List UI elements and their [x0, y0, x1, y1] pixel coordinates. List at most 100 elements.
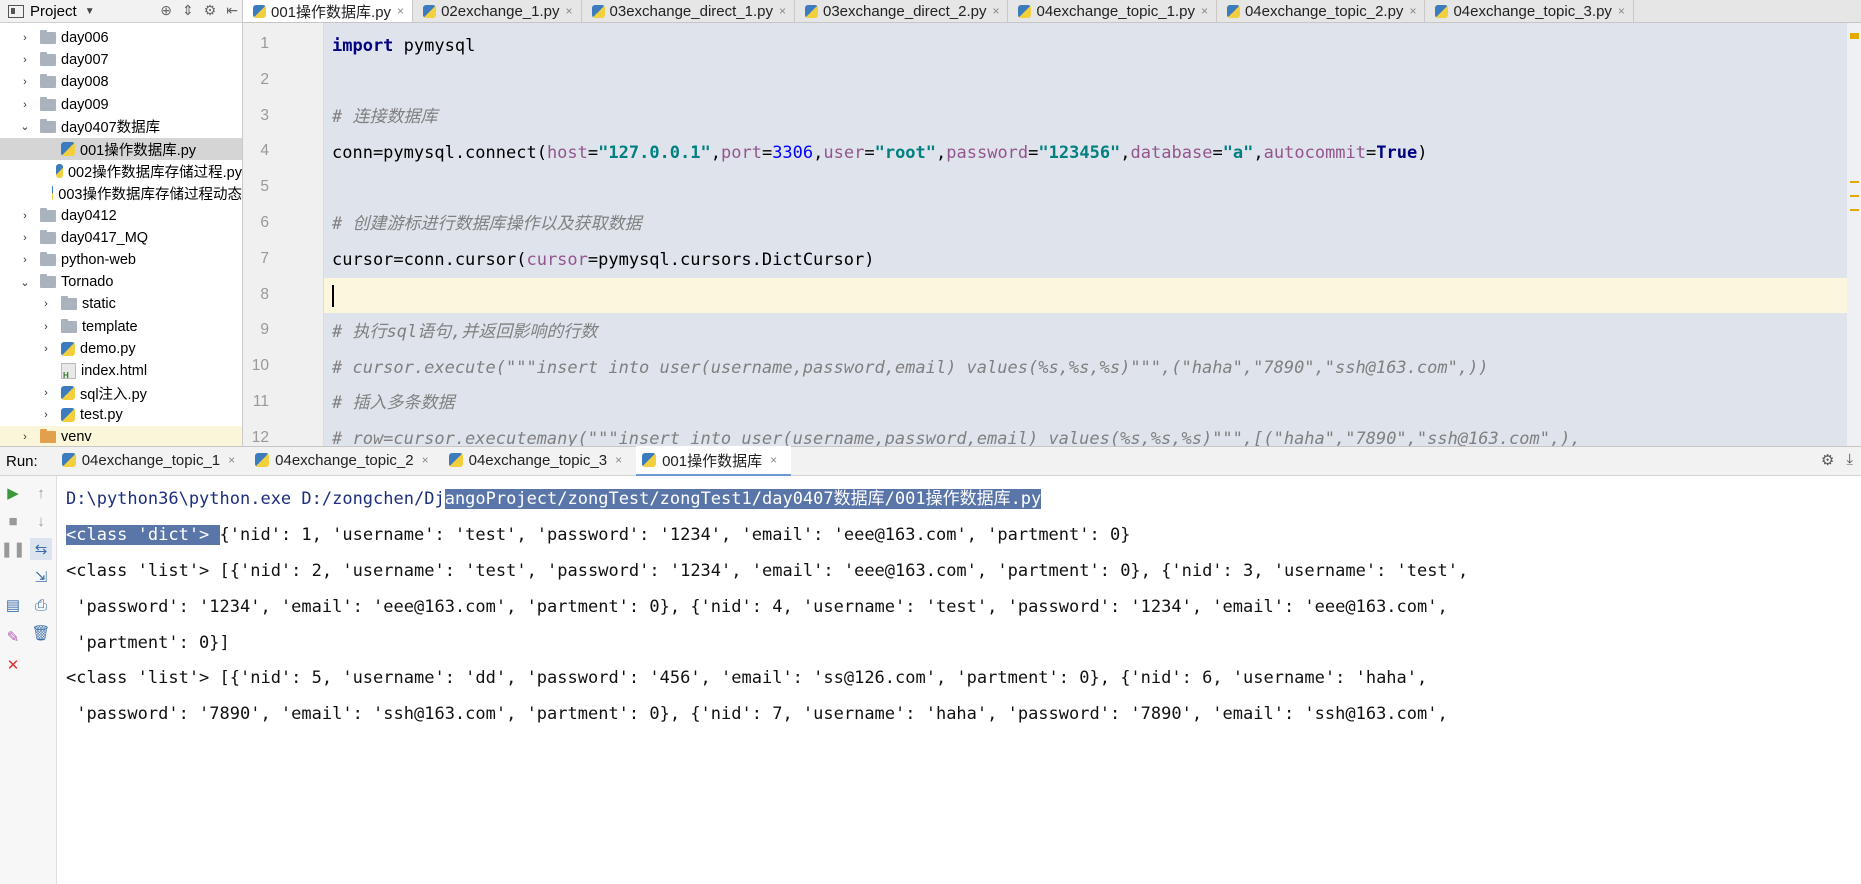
run-tab[interactable]: 04exchange_topic_2 × — [249, 446, 442, 474]
chevron-right-icon[interactable]: › — [41, 321, 51, 333]
chevron-right-icon[interactable]: › — [41, 298, 51, 310]
close-icon[interactable]: × — [422, 453, 429, 467]
error-stripe[interactable] — [1847, 23, 1861, 446]
tree-item[interactable]: › template — [0, 315, 242, 337]
warning-marker[interactable] — [1850, 33, 1859, 39]
python-file-icon — [255, 453, 270, 467]
chevron-right-icon[interactable]: › — [20, 32, 30, 44]
gear-icon[interactable]: ⚙ — [204, 2, 217, 19]
close-icon[interactable]: × — [1618, 4, 1625, 18]
tree-item[interactable]: › demo.py — [0, 338, 242, 360]
run-tab[interactable]: 001操作数据库 × — [636, 446, 792, 476]
run-tab[interactable]: 04exchange_topic_3 × — [443, 446, 636, 474]
project-title[interactable]: Project — [30, 3, 77, 20]
pause-icon[interactable]: ❚❚ — [0, 538, 25, 560]
arrow-up-icon[interactable]: ↑ — [30, 482, 52, 504]
editor-tab[interactable]: 02exchange_1.py × — [413, 0, 582, 22]
tree-item[interactable]: › test.py — [0, 404, 242, 426]
close-icon[interactable]: × — [397, 4, 404, 18]
tree-item[interactable]: › day008 — [0, 71, 242, 93]
trash-icon[interactable]: 🗑 — [30, 622, 52, 644]
hide-icon[interactable]: ⤓ — [1846, 451, 1853, 469]
tree-item-label: test.py — [80, 407, 123, 424]
soft-wrap-icon[interactable]: ⇆ — [30, 538, 52, 560]
editor-tab[interactable]: 04exchange_topic_1.py × — [1008, 0, 1217, 22]
tree-item[interactable]: 003操作数据库存储过程动态 — [0, 182, 242, 204]
chevron-down-icon[interactable]: ⌄ — [20, 120, 30, 133]
tree-item[interactable]: › day0417_MQ — [0, 227, 242, 249]
editor-tab-label: 03exchange_direct_1.py — [609, 2, 773, 20]
chevron-right-icon[interactable]: › — [20, 99, 30, 111]
tree-item[interactable]: 001操作数据库.py — [0, 137, 242, 161]
line-number: 8 — [260, 285, 269, 303]
close-icon[interactable]: × — [1409, 4, 1416, 18]
code-area[interactable]: import pymysql # 连接数据库 conn=pymysql.conn… — [324, 23, 1861, 446]
line-number: 7 — [260, 249, 269, 267]
close-icon[interactable]: × — [779, 4, 786, 18]
tree-item-label: index.html — [81, 362, 148, 379]
tree-item[interactable]: › sql注入.py — [0, 382, 242, 404]
locate-icon[interactable]: ⊕ — [160, 2, 172, 19]
tree-item[interactable]: › python-web — [0, 249, 242, 271]
chevron-right-icon[interactable]: › — [20, 254, 30, 266]
chevron-right-icon[interactable]: › — [41, 343, 51, 355]
run-tab[interactable]: 04exchange_topic_1 × — [56, 446, 249, 474]
tree-item[interactable]: 002操作数据库存储过程.py — [0, 160, 242, 182]
collapse-icon[interactable]: ⇕ — [182, 2, 194, 19]
run-icon[interactable]: ▶ — [2, 482, 24, 504]
python-file-icon — [448, 453, 463, 467]
layout-icon[interactable]: ▤ — [2, 594, 24, 616]
close-icon[interactable]: × — [1201, 4, 1208, 18]
console-line: <class 'dict'> {'nid': 1, 'username': 't… — [66, 525, 1131, 545]
print-icon[interactable]: ⎙ — [30, 594, 52, 616]
close-icon[interactable]: × — [770, 453, 777, 467]
folder-icon — [40, 274, 56, 289]
editor-tab[interactable]: 04exchange_topic_3.py × — [1425, 0, 1634, 22]
python-file-icon — [253, 4, 266, 18]
editor-tab[interactable]: 03exchange_direct_1.py × — [582, 0, 795, 22]
chevron-down-icon[interactable]: ▼ — [85, 6, 95, 17]
scroll-to-end-icon[interactable]: ⇲ — [30, 566, 52, 588]
chevron-right-icon[interactable]: › — [41, 387, 51, 399]
hide-icon[interactable]: ⇤ — [226, 2, 238, 19]
chevron-right-icon[interactable]: › — [20, 232, 30, 244]
chevron-right-icon[interactable]: › — [20, 210, 30, 222]
chevron-right-icon[interactable]: › — [20, 54, 30, 66]
console-output[interactable]: D:\python36\python.exe D:/zongchen/Djang… — [66, 476, 1861, 884]
editor-tab[interactable]: 03exchange_direct_2.py × — [795, 0, 1009, 22]
chevron-down-icon[interactable]: ⌄ — [20, 276, 30, 289]
editor-tab[interactable]: 04exchange_topic_2.py × — [1217, 0, 1426, 22]
close-icon[interactable]: × — [228, 453, 235, 467]
stop-icon[interactable]: ■ — [2, 510, 24, 532]
tree-item[interactable]: › day009 — [0, 94, 242, 116]
tree-item[interactable]: index.html — [0, 360, 242, 382]
tree-item[interactable]: ⌄ day0407数据库 — [0, 116, 242, 138]
tree-item[interactable]: › day006 — [0, 27, 242, 49]
close-icon[interactable]: × — [566, 4, 573, 18]
tree-item[interactable]: › day0412 — [0, 205, 242, 227]
tree-item[interactable]: › day007 — [0, 49, 242, 71]
folder-icon — [40, 30, 56, 45]
line-number: 9 — [260, 321, 269, 339]
editor-tab[interactable]: 001操作数据库.py × — [243, 0, 414, 22]
gear-icon[interactable]: ⚙ — [1821, 451, 1834, 469]
line-number: 11 — [252, 393, 269, 410]
pin-icon[interactable]: ✎ — [2, 626, 24, 648]
close-icon[interactable]: × — [615, 453, 622, 467]
warning-marker[interactable] — [1850, 181, 1859, 183]
code-editor[interactable]: 1 2 3 4 5 6 7 8 9 10 11 12 import pymysql # 连接数据库 c… — [243, 23, 1861, 446]
arrow-down-icon[interactable]: ↓ — [30, 510, 52, 532]
code-line-11: # 插入多条数据 — [332, 393, 455, 413]
tree-item[interactable]: ⌄ Tornado — [0, 271, 242, 293]
chevron-right-icon[interactable]: › — [41, 409, 51, 421]
folder-icon — [40, 207, 56, 222]
warning-marker[interactable] — [1850, 195, 1859, 197]
warning-marker[interactable] — [1850, 209, 1859, 211]
chevron-right-icon[interactable]: › — [20, 431, 30, 443]
tree-item[interactable]: › static — [0, 293, 242, 315]
tree-item-label: demo.py — [80, 340, 136, 357]
close-icon[interactable]: ✕ — [2, 654, 24, 676]
code-line-3: # 连接数据库 — [332, 107, 438, 127]
close-icon[interactable]: × — [992, 4, 999, 18]
chevron-right-icon[interactable]: › — [20, 76, 30, 88]
